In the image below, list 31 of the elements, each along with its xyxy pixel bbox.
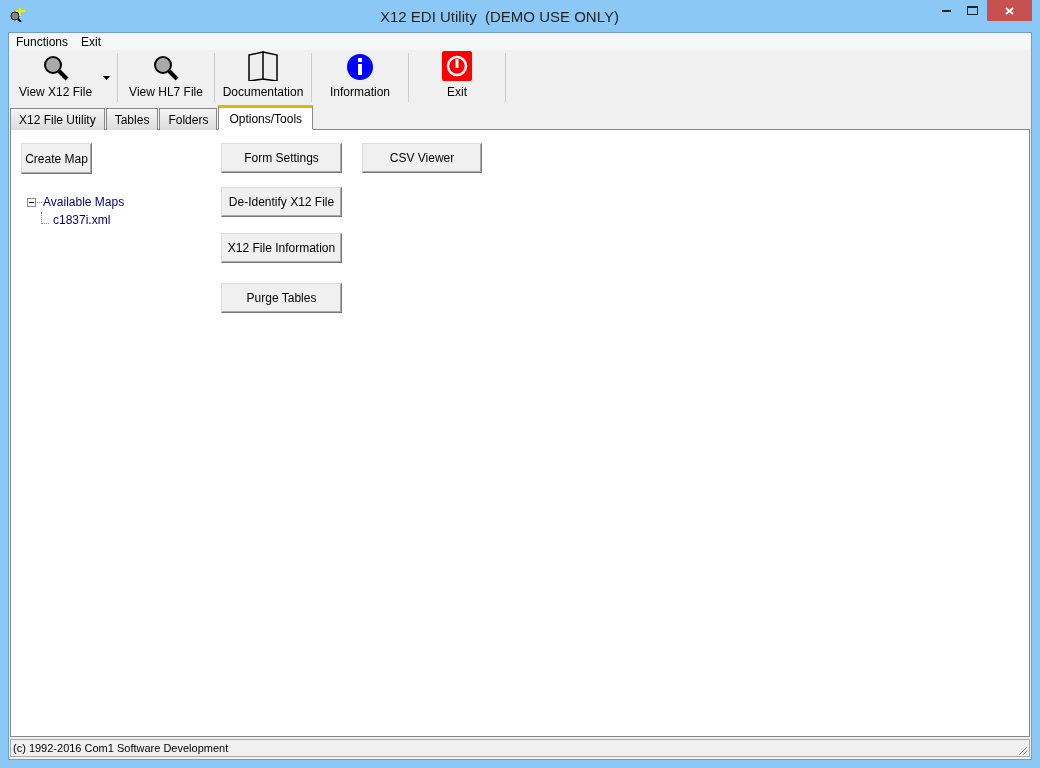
magnifier-icon bbox=[42, 55, 69, 81]
toolbar-button[interactable]: View X12 File bbox=[10, 53, 118, 102]
toolbar-button[interactable]: Information bbox=[312, 53, 409, 102]
tab[interactable]: Folders bbox=[159, 108, 218, 130]
info-icon bbox=[346, 53, 374, 81]
toolbar-button[interactable]: Exit bbox=[409, 53, 506, 102]
tree-item[interactable]: Available Maps bbox=[43, 193, 125, 211]
tab[interactable]: X12 File Utility bbox=[10, 108, 105, 130]
collapse-icon[interactable] bbox=[27, 197, 36, 207]
close-icon bbox=[1005, 6, 1014, 15]
tab[interactable]: Tables bbox=[105, 108, 159, 130]
close-button[interactable] bbox=[987, 0, 1032, 21]
maximize-icon bbox=[966, 6, 978, 15]
tree-item[interactable]: c1837i.xml bbox=[53, 211, 111, 229]
window-title: X12 EDI Utility (DEMO USE ONLY) bbox=[380, 7, 619, 27]
resize-grip-icon bbox=[1017, 745, 1028, 756]
tab[interactable]: Options/Tools bbox=[218, 105, 314, 130]
minimize-icon bbox=[941, 9, 951, 12]
tool-button[interactable]: De-Identify X12 File bbox=[221, 187, 342, 217]
csv-viewer-button[interactable]: CSV Viewer bbox=[362, 143, 482, 173]
status-bar: (c) 1992-2016 Com1 Software Development bbox=[10, 739, 1030, 757]
toolbar-button[interactable]: Documentation bbox=[215, 53, 312, 102]
toolbar-button[interactable]: View HL7 File bbox=[118, 53, 215, 102]
menu-item[interactable]: Functions bbox=[10, 32, 75, 51]
magnifier-icon bbox=[153, 55, 179, 81]
tool-button[interactable]: Form Settings bbox=[221, 143, 342, 173]
app-icon bbox=[9, 7, 26, 22]
tool-button[interactable]: X12 File Information bbox=[221, 233, 342, 263]
tool-button[interactable]: Purge Tables bbox=[221, 283, 342, 313]
create-map-button[interactable]: Create Map bbox=[21, 143, 92, 174]
menu-item[interactable]: Exit bbox=[75, 32, 108, 51]
